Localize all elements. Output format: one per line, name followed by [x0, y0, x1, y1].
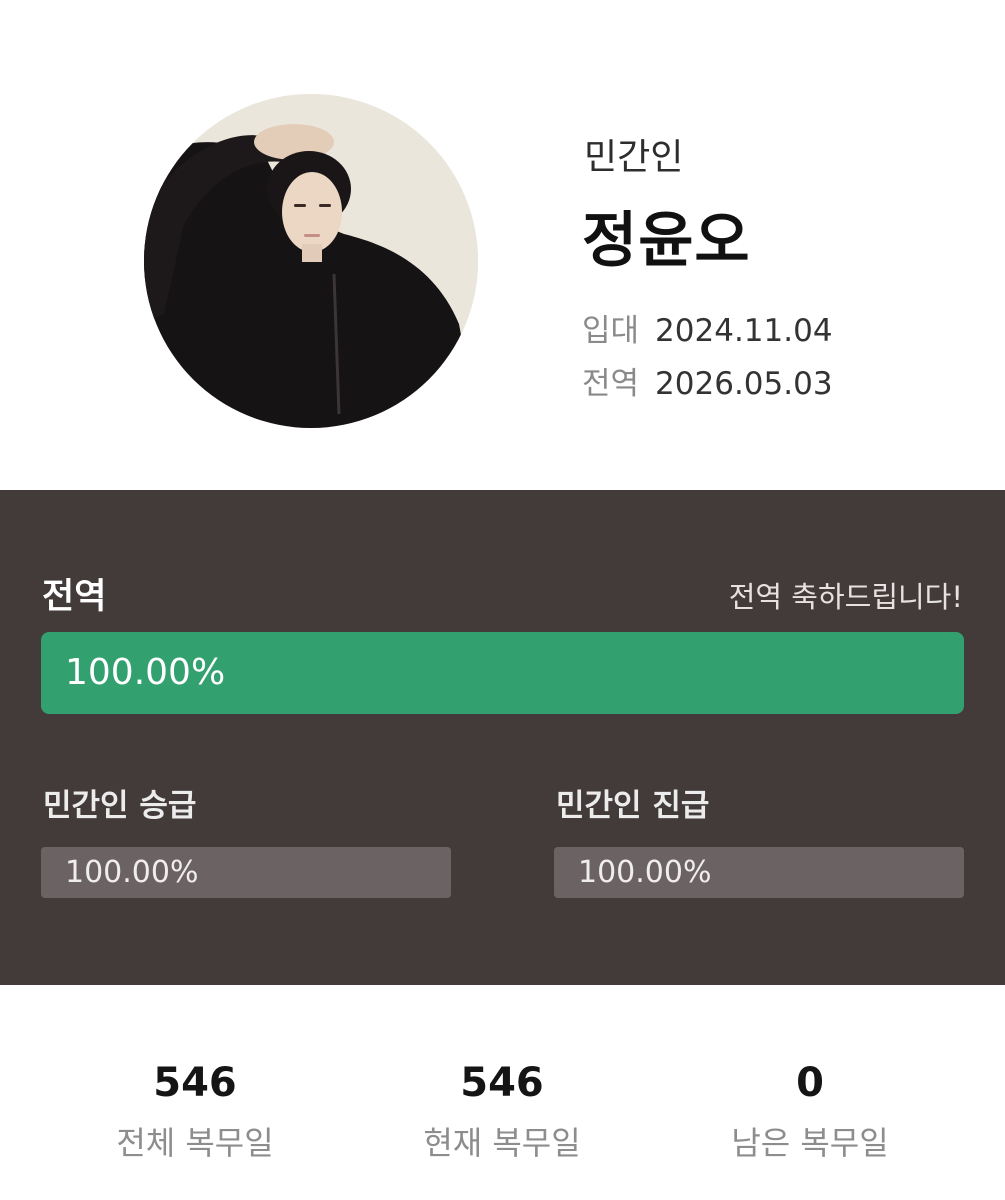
stat-current-days-label: 현재 복무일 — [423, 1124, 581, 1162]
discharge-progress-percent: 100.00% — [65, 652, 226, 693]
stat-current-days-value: 546 — [460, 1060, 544, 1106]
advancement-label: 민간인 진급 — [556, 788, 710, 824]
stat-remaining-days-value: 0 — [796, 1060, 824, 1106]
avatar-photo — [144, 94, 478, 428]
promotion-progress-percent: 100.00% — [65, 855, 199, 890]
discharge-label: 전역 — [582, 366, 640, 402]
service-tracker-page: 민간인 정윤오 입대 2024.11.04 전역 2026.05.03 전역 전역 … — [0, 0, 1005, 1200]
promotion-progress-bar: 100.00% — [41, 847, 451, 898]
discharge-progress-title: 전역 — [42, 577, 107, 617]
advancement-progress-percent: 100.00% — [578, 855, 712, 890]
service-stats: 546 전체 복무일 546 현재 복무일 0 남은 복무일 — [0, 985, 1005, 1200]
stat-total-days-label: 전체 복무일 — [116, 1124, 274, 1162]
discharge-progress-bar: 100.00% — [41, 632, 964, 714]
promotion-label: 민간인 승급 — [43, 788, 197, 824]
stat-total-days-value: 546 — [153, 1060, 237, 1106]
progress-panel: 전역 전역 축하드립니다! 100.00% 민간인 승급 100.00% 민간인… — [0, 490, 1005, 985]
profile-header: 민간인 정윤오 입대 2024.11.04 전역 2026.05.03 — [0, 0, 1005, 490]
soldier-name: 정윤오 — [582, 206, 751, 276]
discharge-date: 2026.05.03 — [655, 366, 833, 402]
rank-title: 민간인 — [584, 137, 684, 178]
stat-remaining-days-label: 남은 복무일 — [731, 1124, 889, 1162]
stat-remaining-days: 0 남은 복무일 — [680, 1060, 940, 1164]
stat-current-days: 546 현재 복무일 — [372, 1060, 632, 1164]
advancement-progress-bar: 100.00% — [554, 847, 964, 898]
promotion-progress: 민간인 승급 100.00% — [41, 780, 451, 898]
stat-total-days: 546 전체 복무일 — [65, 1060, 325, 1164]
enlist-date-row: 입대 2024.11.04 — [582, 305, 833, 350]
congrats-message: 전역 축하드립니다! — [728, 580, 963, 614]
profile-avatar[interactable] — [144, 94, 478, 428]
discharge-date-row: 전역 2026.05.03 — [582, 358, 833, 403]
enlist-label: 입대 — [582, 313, 640, 349]
advancement-progress: 민간인 진급 100.00% — [554, 780, 964, 898]
enlist-date: 2024.11.04 — [655, 313, 833, 349]
